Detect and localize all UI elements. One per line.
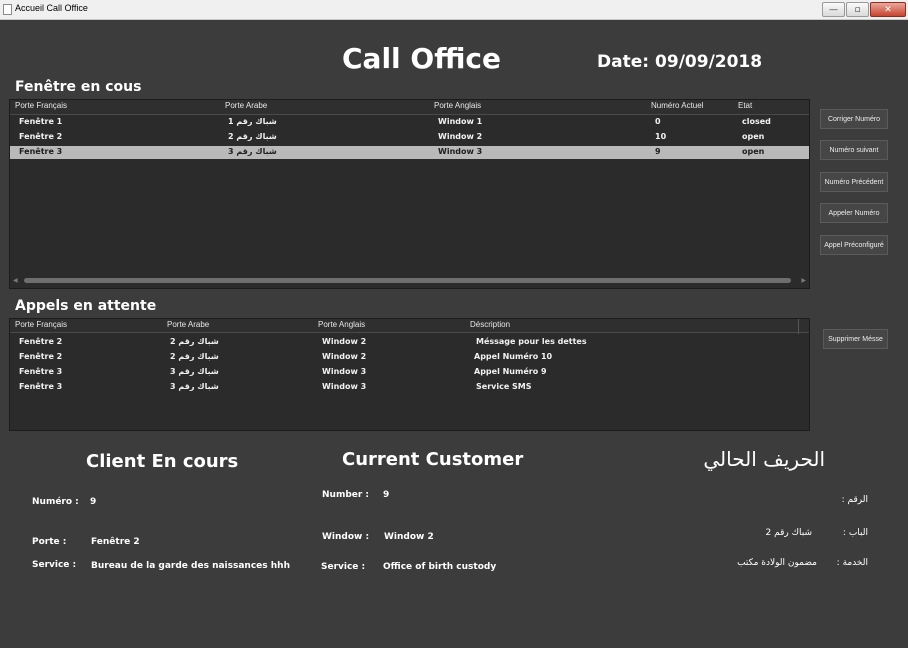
windows-grid-header: Porte Français Porte Arabe Porte Anglais…: [10, 100, 809, 115]
number-label-en: Number :: [322, 490, 370, 500]
table-cell: شباك رقم 2: [170, 337, 219, 346]
service-label-ar: الخدمة :: [836, 558, 868, 568]
window-titlebar: Accueil Call Office — ▫ ✕: [0, 0, 908, 20]
table-cell: Fenêtre 2: [19, 132, 63, 141]
table-cell: Window 3: [322, 382, 367, 391]
table-row[interactable]: Fenêtre 3 شباك رقم 3 Window 3 Appel Numé…: [10, 366, 809, 379]
number-label-ar: الرقم :: [841, 495, 868, 505]
table-row[interactable]: Fenêtre 2 شباك رقم 2 Window 2 Appel Numé…: [10, 351, 809, 364]
window-value-ar: شباك رقم 2: [765, 528, 812, 538]
table-cell: شباك رقم 2: [170, 352, 219, 361]
table-cell: شباك رقم 3: [170, 382, 219, 391]
waiting-section-title: Appels en attente: [15, 298, 157, 314]
next-number-button[interactable]: Numéro suivant: [820, 140, 888, 160]
column-header[interactable]: Porte Arabe: [225, 101, 267, 110]
minimize-button[interactable]: —: [822, 2, 845, 17]
client-heading-fr: Client En cours: [86, 451, 239, 472]
service-label-en: Service :: [321, 562, 366, 572]
service-value-en: Office of birth custody: [383, 562, 497, 572]
window-value-fr: Fenêtre 2: [91, 537, 140, 547]
table-cell: شباك رقم 1: [228, 117, 277, 126]
date-display: Date: 09/09/2018: [597, 52, 762, 72]
window-value-en: Window 2: [384, 532, 434, 542]
table-row-selected[interactable]: Fenêtre 3 شباك رقم 3 Window 3 9 open: [10, 146, 809, 159]
client-heading-ar: الحريف الحالي: [703, 447, 825, 471]
waiting-grid-header: Porte Français Porte Arabe Porte Anglais…: [10, 319, 809, 334]
table-cell: Window 2: [322, 337, 367, 346]
previous-number-button[interactable]: Numéro Précédent: [820, 172, 888, 192]
client-heading-en: Current Customer: [342, 449, 524, 470]
app-icon: [3, 4, 12, 15]
correct-number-button[interactable]: Corriger Numéro: [820, 109, 888, 129]
table-cell: Fenêtre 1: [19, 117, 63, 126]
preconfigured-call-button[interactable]: Appel Préconfiguré: [820, 235, 888, 255]
table-cell: Window 1: [438, 117, 483, 126]
table-row[interactable]: Fenêtre 2 شباك رقم 2 Window 2 Méssage po…: [10, 336, 809, 349]
waiting-calls-grid[interactable]: Porte Français Porte Arabe Porte Anglais…: [9, 318, 810, 431]
service-label-fr: Service :: [32, 560, 77, 570]
delete-message-button[interactable]: Supprimer Mésse: [823, 329, 888, 349]
column-header[interactable]: Porte Anglais: [318, 320, 365, 329]
table-cell: closed: [742, 117, 771, 126]
window-title: Accueil Call Office: [15, 3, 88, 13]
column-header[interactable]: Porte Français: [15, 320, 67, 329]
table-cell: Appel Numéro 9: [474, 367, 547, 376]
column-header[interactable]: Déscription: [470, 320, 510, 329]
column-header[interactable]: Porte Anglais: [434, 101, 481, 110]
table-cell: Window 2: [438, 132, 483, 141]
table-cell: Window 2: [322, 352, 367, 361]
windows-grid[interactable]: Porte Français Porte Arabe Porte Anglais…: [9, 99, 810, 289]
table-cell: Appel Numéro 10: [474, 352, 553, 361]
table-cell: Méssage pour les dettes: [476, 337, 587, 346]
service-value-fr: Bureau de la garde des naissances hhh: [91, 561, 290, 571]
column-header[interactable]: Etat: [738, 101, 752, 110]
close-button[interactable]: ✕: [870, 2, 906, 17]
table-cell: Fenêtre 2: [19, 337, 63, 346]
table-cell: شباك رقم 2: [228, 132, 277, 141]
table-cell: Window 3: [322, 367, 367, 376]
column-header[interactable]: Porte Arabe: [167, 320, 209, 329]
app-title: Call Office: [342, 42, 502, 75]
windows-section-title: Fenêtre en cous: [15, 79, 142, 95]
number-value-en: 9: [383, 490, 390, 500]
table-cell: Window 3: [438, 147, 483, 156]
column-divider: [798, 319, 799, 334]
table-cell: Fenêtre 3: [19, 382, 63, 391]
maximize-button[interactable]: ▫: [846, 2, 869, 17]
table-cell: Service SMS: [476, 382, 532, 391]
table-cell: 10: [655, 132, 667, 141]
scroll-right-icon[interactable]: ▶: [801, 276, 806, 285]
table-cell: 0: [655, 117, 661, 126]
call-number-button[interactable]: Appeler Numéro: [820, 203, 888, 223]
table-cell: Fenêtre 3: [19, 147, 63, 156]
horizontal-scrollbar[interactable]: ◀ ▶: [12, 276, 807, 285]
table-row[interactable]: Fenêtre 1 شباك رقم 1 Window 1 0 closed: [10, 116, 809, 129]
column-header[interactable]: Porte Français: [15, 101, 67, 110]
date-label: Date:: [597, 52, 650, 72]
table-row[interactable]: Fenêtre 3 شباك رقم 3 Window 3 Service SM…: [10, 381, 809, 394]
table-cell: 9: [655, 147, 661, 156]
scrollbar-thumb[interactable]: [24, 278, 791, 283]
table-cell: open: [742, 147, 765, 156]
number-label-fr: Numéro :: [32, 497, 79, 507]
scroll-left-icon[interactable]: ◀: [13, 276, 18, 285]
window-controls: — ▫ ✕: [821, 2, 906, 17]
window-label-en: Window :: [322, 532, 370, 542]
table-cell: open: [742, 132, 765, 141]
service-value-ar: مضمون الولادة مكتب: [737, 558, 817, 568]
number-value-fr: 9: [90, 497, 97, 507]
table-cell: Fenêtre 3: [19, 367, 63, 376]
table-cell: شباك رقم 3: [170, 367, 219, 376]
table-cell: Fenêtre 2: [19, 352, 63, 361]
window-label-fr: Porte :: [32, 537, 67, 547]
window-label-ar: الباب :: [842, 528, 868, 538]
table-cell: شباك رقم 3: [228, 147, 277, 156]
date-value: 09/09/2018: [655, 52, 763, 72]
table-row[interactable]: Fenêtre 2 شباك رقم 2 Window 2 10 open: [10, 131, 809, 144]
column-header[interactable]: Numéro Actuel: [651, 101, 703, 110]
